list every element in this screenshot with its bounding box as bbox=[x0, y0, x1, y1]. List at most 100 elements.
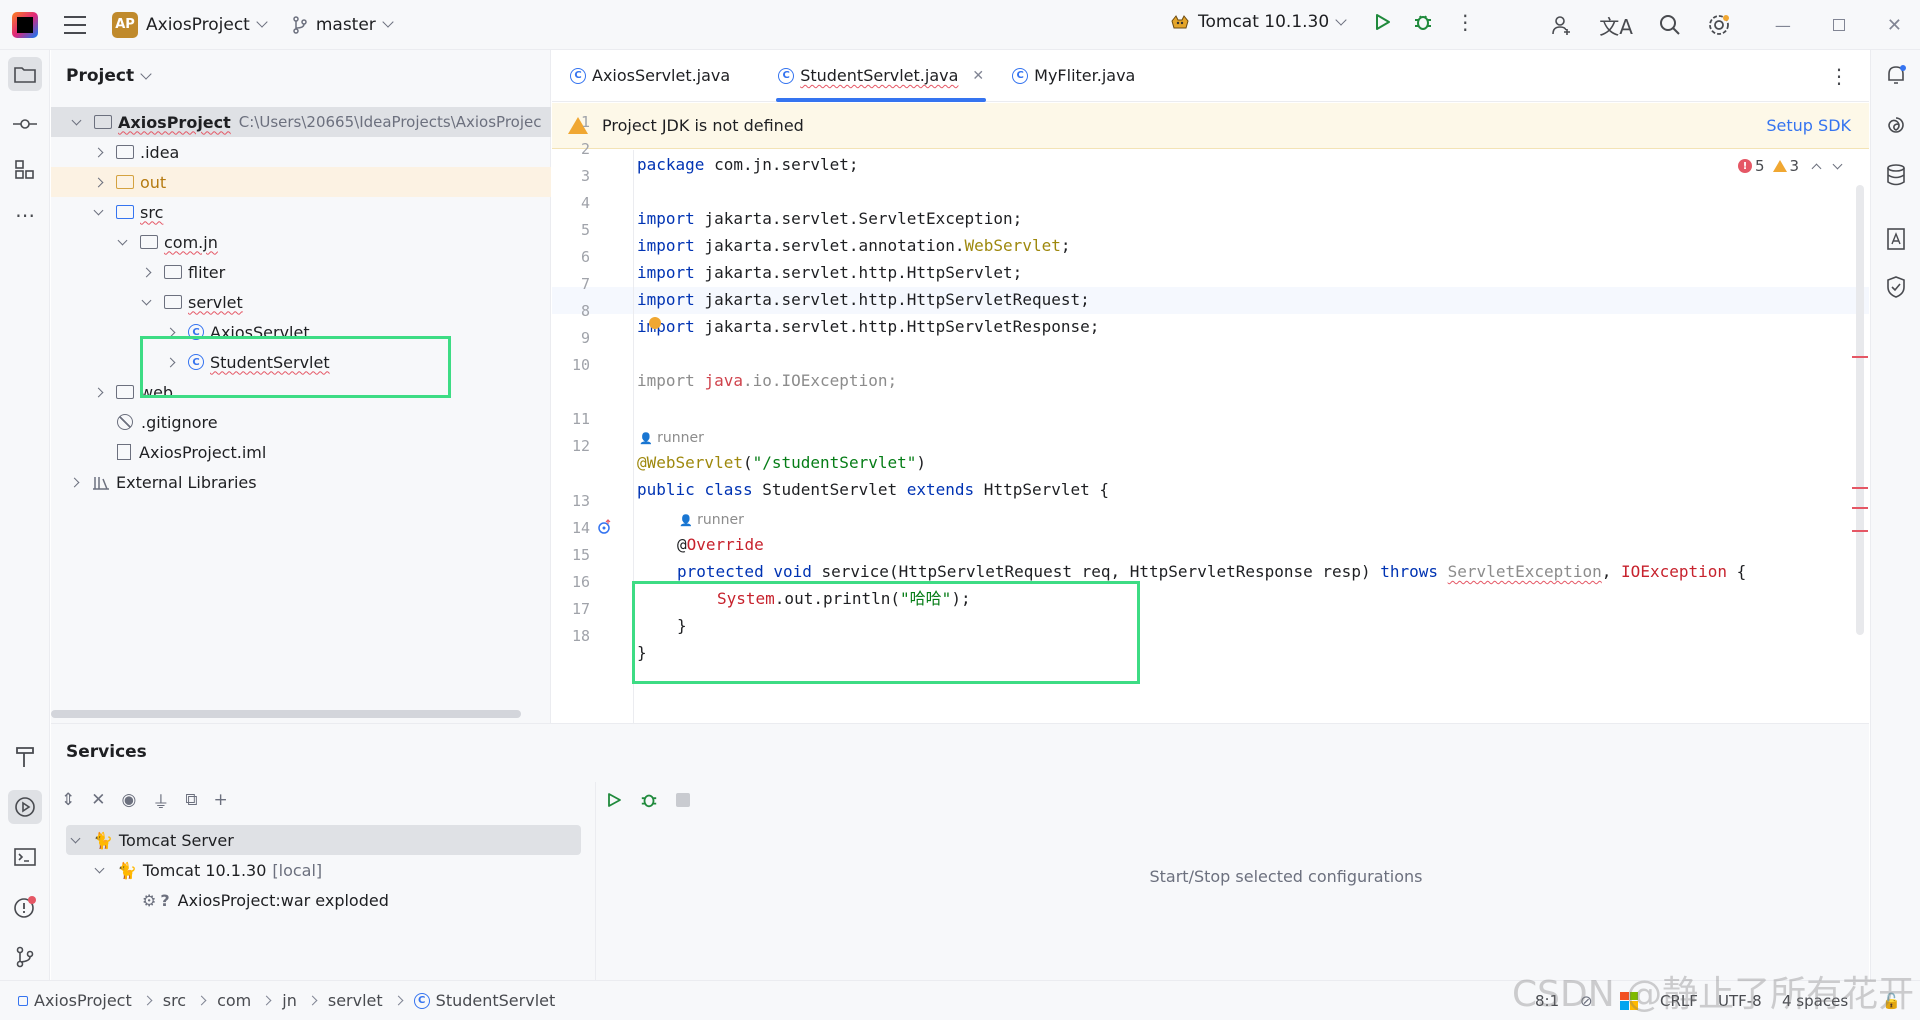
service-item-artifact[interactable]: ⚙ ? AxiosProject:war exploded bbox=[66, 885, 581, 915]
highlight-box-tree bbox=[140, 336, 451, 398]
highlight-box-code bbox=[632, 581, 1140, 684]
intention-bulb-icon[interactable] bbox=[649, 317, 661, 329]
more-tools-icon[interactable]: ⋯ bbox=[8, 198, 42, 232]
close-window-icon[interactable]: ✕ bbox=[1887, 15, 1902, 36]
tree-item-idea[interactable]: .idea bbox=[51, 137, 551, 167]
breadcrumb-item[interactable]: src bbox=[163, 991, 186, 1010]
error-stripe-mark[interactable] bbox=[1852, 356, 1868, 358]
filter-icon[interactable]: ⏚ bbox=[152, 788, 169, 813]
project-badge[interactable]: AP bbox=[112, 11, 138, 38]
service-item-tomcat-server[interactable]: 🐈 Tomcat Server bbox=[66, 825, 581, 855]
code-text: jakarta.servlet.http.HttpServletRequest; bbox=[694, 290, 1090, 309]
notifications-tool-button[interactable] bbox=[1879, 58, 1913, 92]
tab-studentservlet[interactable]: C StudentServlet.java ✕ bbox=[764, 50, 998, 102]
tree-item-gitignore[interactable]: .gitignore bbox=[51, 407, 551, 437]
git-tool-button[interactable] bbox=[8, 940, 42, 974]
previous-highlight-icon[interactable] bbox=[1811, 163, 1822, 173]
breadcrumb-item[interactable]: AxiosProject bbox=[34, 991, 132, 1010]
collapse-all-icon[interactable]: ✕ bbox=[91, 790, 105, 810]
tree-item-iml[interactable]: AxiosProject.iml bbox=[51, 437, 551, 467]
tree-item-external-libraries[interactable]: External Libraries bbox=[51, 467, 551, 497]
new-tab-icon[interactable]: ⧉ bbox=[185, 790, 197, 810]
branch-dropdown[interactable]: master bbox=[316, 15, 376, 35]
run-icon[interactable] bbox=[1373, 13, 1391, 31]
tree-item-src[interactable]: src bbox=[51, 197, 551, 227]
code-line-3: import jakarta.servlet.ServletException; bbox=[637, 208, 1022, 230]
next-highlight-icon[interactable] bbox=[1832, 159, 1843, 169]
line-number: 14 bbox=[571, 519, 590, 537]
breadcrumb-item[interactable]: com bbox=[217, 991, 251, 1010]
close-tab-icon[interactable]: ✕ bbox=[972, 68, 984, 84]
error-stripe-mark[interactable] bbox=[1852, 507, 1868, 509]
override-gutter-icon[interactable] bbox=[596, 519, 612, 535]
main-menu-icon[interactable] bbox=[64, 15, 86, 34]
code-text: "/studentServlet" bbox=[752, 453, 917, 472]
problems-tool-button[interactable] bbox=[8, 890, 42, 924]
expand-arrow-icon bbox=[70, 833, 81, 843]
stop-icon[interactable] bbox=[676, 793, 690, 807]
search-icon[interactable] bbox=[1659, 14, 1681, 36]
view-options-eye-icon[interactable]: ◉ bbox=[122, 790, 137, 810]
tab-myfliter[interactable]: C MyFliter.java bbox=[998, 50, 1149, 102]
tree-item-servlet[interactable]: servlet bbox=[51, 287, 551, 317]
maximize-icon[interactable] bbox=[1832, 19, 1845, 31]
structure-tool-button[interactable] bbox=[8, 153, 42, 187]
right-tool-stripe bbox=[1870, 50, 1920, 980]
tree-item-axiosproject[interactable]: AxiosProject C:\Users\20665\IdeaProjects… bbox=[51, 107, 551, 137]
tab-options-icon[interactable]: ⋮ bbox=[1829, 64, 1849, 88]
database-tool-button[interactable] bbox=[1879, 158, 1913, 192]
account-icon[interactable] bbox=[1551, 14, 1573, 36]
tree-item-fliter[interactable]: fliter bbox=[51, 257, 551, 287]
breadcrumb-item[interactable]: jn bbox=[282, 991, 297, 1010]
tree-item-label: src bbox=[140, 202, 164, 222]
terminal-tool-button[interactable] bbox=[8, 840, 42, 874]
error-stripe-mark[interactable] bbox=[1852, 487, 1868, 489]
services-title: Services bbox=[66, 742, 147, 762]
tree-item-comjn[interactable]: com.jn bbox=[51, 227, 551, 257]
breadcrumb-separator-icon bbox=[142, 995, 153, 1006]
setup-sdk-link[interactable]: Setup SDK bbox=[1766, 116, 1851, 135]
minimize-icon[interactable]: — bbox=[1775, 16, 1791, 35]
editor-vertical-scrollbar[interactable] bbox=[1856, 185, 1864, 635]
tab-axiosservlet[interactable]: C AxiosServlet.java bbox=[556, 50, 744, 102]
expand-arrow-icon bbox=[93, 177, 104, 187]
horizontal-scrollbar[interactable] bbox=[51, 710, 521, 718]
documentation-tool-button[interactable] bbox=[1879, 222, 1913, 256]
code-text: ; bbox=[1060, 236, 1071, 255]
expand-all-icon[interactable]: ⇕ bbox=[61, 790, 75, 810]
run-icon[interactable] bbox=[606, 792, 622, 808]
expand-arrow-icon bbox=[141, 295, 152, 305]
tree-item-label: out bbox=[140, 172, 167, 192]
project-panel-title[interactable]: Project bbox=[66, 66, 152, 86]
add-service-icon[interactable]: + bbox=[213, 790, 227, 810]
settings-gear-icon[interactable] bbox=[1707, 13, 1731, 37]
services-tool-button[interactable] bbox=[8, 790, 42, 824]
code-text: jakarta.servlet.ServletException; bbox=[694, 209, 1023, 228]
java-class-icon: C bbox=[413, 992, 430, 1009]
project-name-dropdown[interactable]: AxiosProject bbox=[146, 15, 250, 35]
build-tool-button[interactable] bbox=[8, 740, 42, 774]
error-stripe-mark[interactable] bbox=[1852, 530, 1868, 532]
project-tool-button[interactable] bbox=[8, 57, 42, 91]
code-text: service(HttpServletRequest req, HttpServ… bbox=[811, 562, 1381, 581]
translate-icon[interactable]: 文A bbox=[1599, 11, 1633, 40]
tree-item-out[interactable]: out bbox=[51, 167, 551, 197]
editor-tabs: C AxiosServlet.java C StudentServlet.jav… bbox=[552, 50, 1869, 102]
debug-icon[interactable] bbox=[1413, 12, 1433, 32]
debug-icon[interactable] bbox=[640, 791, 658, 809]
author-hint[interactable]: 👤 runner bbox=[639, 430, 704, 446]
author-hint[interactable]: 👤 runner bbox=[679, 512, 744, 528]
commit-tool-button[interactable] bbox=[8, 107, 42, 141]
breadcrumb-item[interactable]: servlet bbox=[328, 991, 383, 1010]
inspection-widget[interactable]: ! 5 3 bbox=[1738, 157, 1843, 175]
ignore-file-icon bbox=[117, 414, 133, 430]
ai-assistant-tool-button[interactable] bbox=[1879, 108, 1913, 142]
run-config-selector[interactable]: Tomcat 10.1.30 ⋮ bbox=[1170, 12, 1475, 32]
service-item-tomcat-instance[interactable]: 🐈 Tomcat 10.1.30 [local] bbox=[66, 855, 581, 885]
tree-item-label: com.jn bbox=[164, 232, 218, 252]
more-actions-icon[interactable]: ⋮ bbox=[1455, 12, 1475, 32]
git-branch-icon bbox=[293, 15, 307, 34]
breadcrumb-item[interactable]: StudentServlet bbox=[436, 991, 556, 1010]
security-tool-button[interactable] bbox=[1879, 270, 1913, 304]
code-line-1: package com.jn.servlet; bbox=[637, 154, 859, 176]
